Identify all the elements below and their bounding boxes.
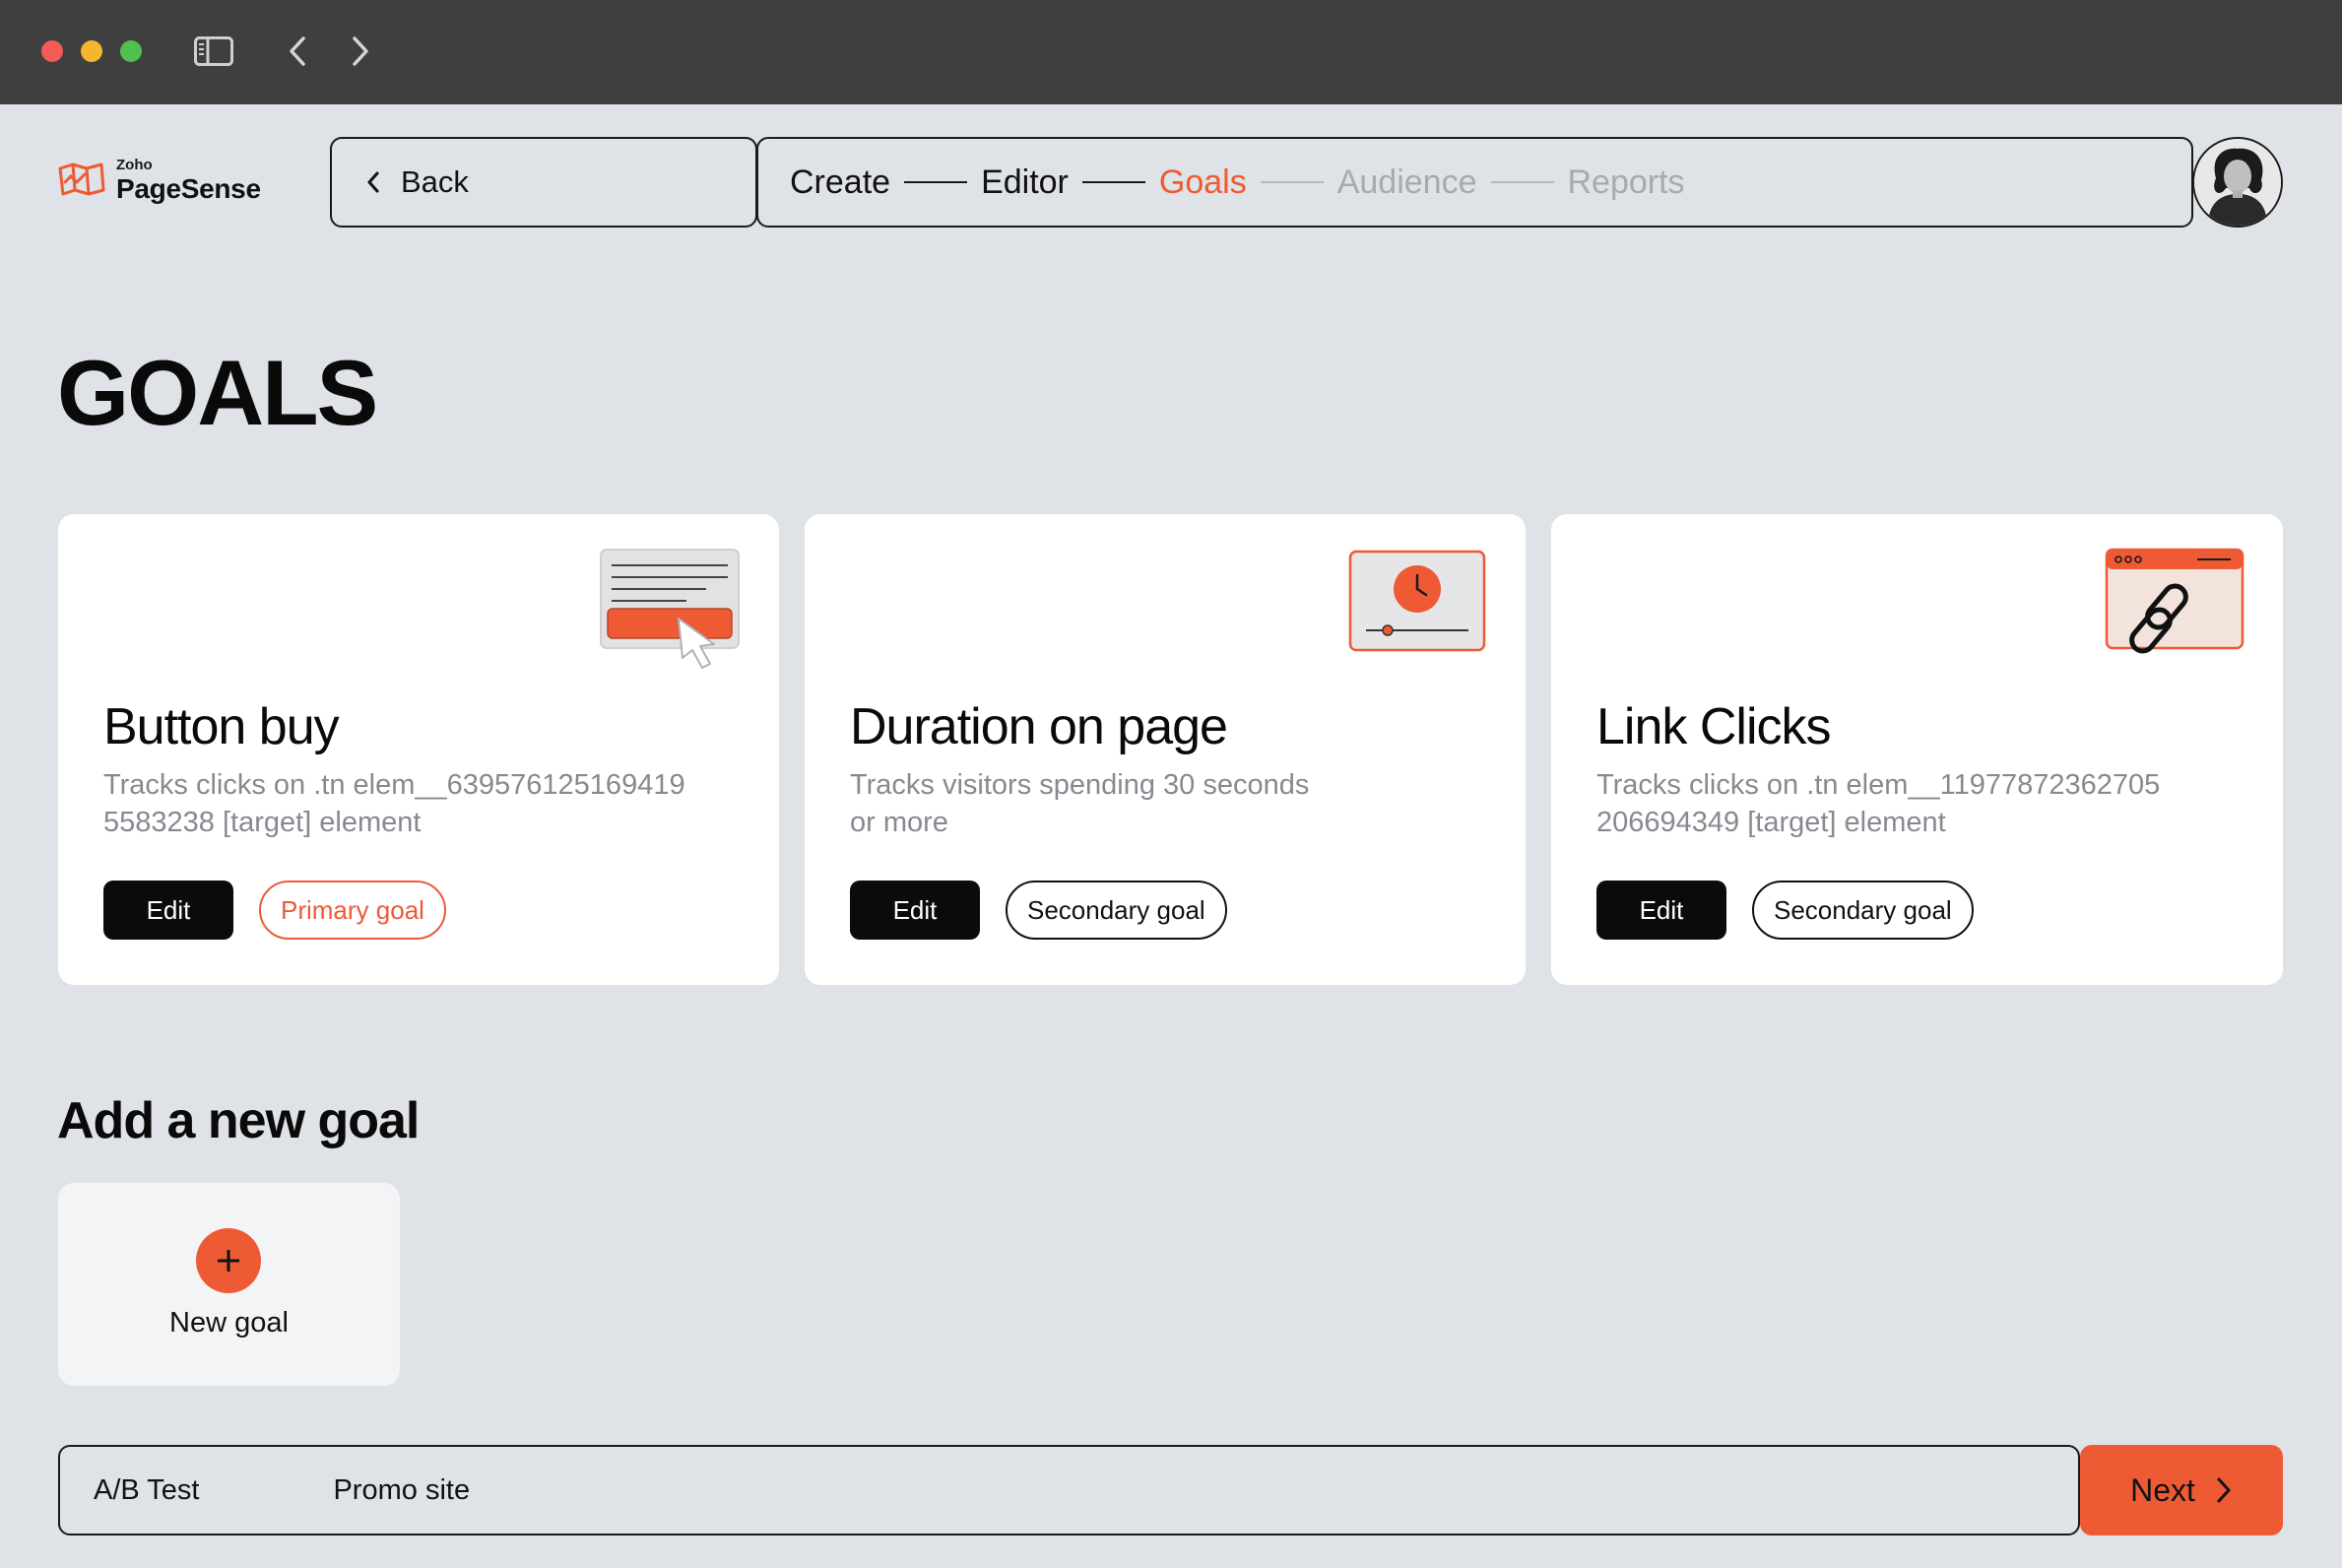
browser-back-icon[interactable] [278,30,317,73]
test-type: A/B Test [94,1473,200,1506]
chevron-left-icon [367,171,379,193]
goal-title: Duration on page [850,698,1228,755]
next-button[interactable]: Next [2080,1445,2283,1535]
goal-card: Link Clicks Tracks clicks on .tn elem__1… [1551,514,2283,985]
chevron-right-icon [2217,1477,2231,1503]
user-avatar[interactable] [2192,137,2283,228]
step-connector [1260,181,1324,183]
add-goal-heading: Add a new goal [57,1092,420,1149]
logo-product-name: PageSense [116,173,261,204]
goal-card: Button buy Tracks clicks on .tn elem__63… [58,514,779,985]
next-button-label: Next [2130,1471,2195,1508]
edit-goal-button[interactable]: Edit [103,881,233,940]
edit-goal-button[interactable]: Edit [1596,881,1726,940]
step-connector [904,181,968,183]
window-titlebar [0,0,2342,104]
step-connector [1490,181,1554,183]
page-title: GOALS [57,341,378,444]
logo-brand: Zoho [116,157,153,173]
new-goal-label: New goal [169,1307,289,1339]
maximize-window-button[interactable] [120,40,142,62]
goal-description: Tracks visitors spending 30 seconds or m… [850,769,1310,838]
new-goal-button[interactable]: New goal [58,1183,400,1386]
goal-description: Tracks clicks on .tn elem__1197787236270… [1596,769,2161,838]
goal-title: Link Clicks [1596,698,1831,755]
plus-icon [196,1228,261,1293]
clock-timer-icon [1348,550,1488,659]
goal-title: Button buy [103,698,340,755]
step-editor[interactable]: Editor [981,163,1069,202]
step-connector [1081,181,1145,183]
pagesense-logo-icon [58,163,105,196]
goal-description: Tracks clicks on .tn elem__6395761251694… [103,769,685,838]
progress-stepper: Create Editor Goals Audience Reports [756,137,2193,228]
step-create[interactable]: Create [790,163,890,202]
close-window-button[interactable] [41,40,63,62]
back-button[interactable]: Back [330,137,757,228]
sidebar-toggle-icon[interactable] [191,30,236,73]
button-click-icon [598,548,746,681]
step-audience[interactable]: Audience [1337,163,1477,202]
edit-goal-button[interactable]: Edit [850,881,980,940]
app-logo: Zoho PageSense [57,158,261,203]
step-reports[interactable]: Reports [1568,163,1685,202]
goal-priority-badge[interactable]: Secondary goal [1006,881,1227,940]
goal-priority-badge[interactable]: Secondary goal [1752,881,1974,940]
goal-card: Duration on page Tracks visitors spendin… [805,514,1526,985]
browser-forward-icon[interactable] [341,30,380,73]
minimize-window-button[interactable] [81,40,102,62]
experiment-summary-bar: A/B Test Promo site [58,1445,2080,1535]
back-button-label: Back [401,164,469,199]
goal-priority-badge[interactable]: Primary goal [259,881,446,940]
site-name: Promo site [333,1473,471,1506]
link-icon [2105,548,2246,677]
step-goals[interactable]: Goals [1159,163,1247,202]
